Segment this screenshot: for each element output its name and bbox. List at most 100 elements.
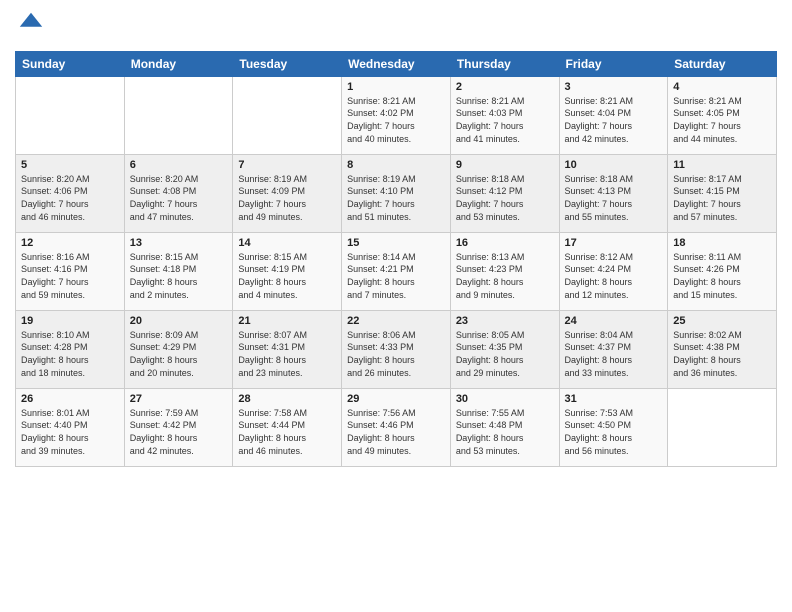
day-number: 29 xyxy=(347,393,445,405)
day-number: 13 xyxy=(130,237,228,249)
day-number: 28 xyxy=(238,393,336,405)
day-number: 19 xyxy=(21,315,119,327)
calendar-cell: 19 Sunrise: 8:10 AMSunset: 4:28 PMDayligh… xyxy=(16,310,125,388)
day-number: 22 xyxy=(347,315,445,327)
day-info: Sunrise: 8:19 AMSunset: 4:10 PMDaylight:… xyxy=(347,173,445,223)
calendar-header-monday: Monday xyxy=(124,51,233,76)
day-info: Sunrise: 8:21 AMSunset: 4:05 PMDaylight:… xyxy=(673,95,771,145)
calendar-cell: 1 Sunrise: 8:21 AMSunset: 4:02 PMDaylight… xyxy=(342,76,451,154)
day-info: Sunrise: 8:18 AMSunset: 4:13 PMDaylight:… xyxy=(565,173,663,223)
calendar-header-sunday: Sunday xyxy=(16,51,125,76)
calendar-cell: 21 Sunrise: 8:07 AMSunset: 4:31 PMDayligh… xyxy=(233,310,342,388)
calendar-cell: 25Sunrise: 8:02 AMSunset: 4:38 PMDayligh… xyxy=(668,310,777,388)
calendar-week-2: 5 Sunrise: 8:20 AMSunset: 4:06 PMDaylight… xyxy=(16,154,777,232)
calendar-cell: 24Sunrise: 8:04 AMSunset: 4:37 PMDayligh… xyxy=(559,310,668,388)
day-info: Sunrise: 8:13 AMSunset: 4:23 PMDaylight:… xyxy=(456,251,554,301)
calendar-header-row: SundayMondayTuesdayWednesdayThursdayFrid… xyxy=(16,51,777,76)
calendar-cell xyxy=(124,76,233,154)
calendar-header-saturday: Saturday xyxy=(668,51,777,76)
day-info: Sunrise: 8:12 AMSunset: 4:24 PMDaylight:… xyxy=(565,251,663,301)
day-info: Sunrise: 8:07 AMSunset: 4:31 PMDaylight:… xyxy=(238,329,336,379)
day-info: Sunrise: 8:15 AMSunset: 4:19 PMDaylight:… xyxy=(238,251,336,301)
logo xyxy=(15,10,45,43)
day-number: 8 xyxy=(347,159,445,171)
day-number: 5 xyxy=(21,159,119,171)
calendar-cell: 10 Sunrise: 8:18 AMSunset: 4:13 PMDayligh… xyxy=(559,154,668,232)
day-info: Sunrise: 8:21 AMSunset: 4:03 PMDaylight:… xyxy=(456,95,554,145)
day-number: 25 xyxy=(673,315,771,327)
calendar-cell: 23 Sunrise: 8:05 AMSunset: 4:35 PMDayligh… xyxy=(450,310,559,388)
day-number: 2 xyxy=(456,81,554,93)
calendar-cell: 22 Sunrise: 8:06 AMSunset: 4:33 PMDayligh… xyxy=(342,310,451,388)
calendar-cell: 31 Sunrise: 7:53 AMSunset: 4:50 PMDayligh… xyxy=(559,388,668,466)
calendar-header-thursday: Thursday xyxy=(450,51,559,76)
day-number: 23 xyxy=(456,315,554,327)
calendar-cell: 9 Sunrise: 8:18 AMSunset: 4:12 PMDaylight… xyxy=(450,154,559,232)
day-number: 4 xyxy=(673,81,771,93)
day-info: Sunrise: 7:56 AMSunset: 4:46 PMDaylight:… xyxy=(347,407,445,457)
day-info: Sunrise: 8:10 AMSunset: 4:28 PMDaylight:… xyxy=(21,329,119,379)
calendar-cell: 16Sunrise: 8:13 AMSunset: 4:23 PMDayligh… xyxy=(450,232,559,310)
day-info: Sunrise: 8:01 AMSunset: 4:40 PMDaylight:… xyxy=(21,407,119,457)
calendar-cell: 18Sunrise: 8:11 AMSunset: 4:26 PMDayligh… xyxy=(668,232,777,310)
day-info: Sunrise: 7:53 AMSunset: 4:50 PMDaylight:… xyxy=(565,407,663,457)
day-info: Sunrise: 8:18 AMSunset: 4:12 PMDaylight:… xyxy=(456,173,554,223)
calendar-cell: 8 Sunrise: 8:19 AMSunset: 4:10 PMDaylight… xyxy=(342,154,451,232)
calendar-cell: 11 Sunrise: 8:17 AMSunset: 4:15 PMDayligh… xyxy=(668,154,777,232)
day-info: Sunrise: 8:20 AMSunset: 4:08 PMDaylight:… xyxy=(130,173,228,223)
calendar-cell: 2 Sunrise: 8:21 AMSunset: 4:03 PMDaylight… xyxy=(450,76,559,154)
day-info: Sunrise: 8:17 AMSunset: 4:15 PMDaylight:… xyxy=(673,173,771,223)
logo-icon xyxy=(17,10,45,38)
day-number: 30 xyxy=(456,393,554,405)
day-number: 21 xyxy=(238,315,336,327)
day-number: 31 xyxy=(565,393,663,405)
calendar-week-3: 12 Sunrise: 8:16 AMSunset: 4:16 PMDayligh… xyxy=(16,232,777,310)
day-number: 27 xyxy=(130,393,228,405)
calendar-cell: 17Sunrise: 8:12 AMSunset: 4:24 PMDayligh… xyxy=(559,232,668,310)
day-number: 10 xyxy=(565,159,663,171)
main-container: SundayMondayTuesdayWednesdayThursdayFrid… xyxy=(0,0,792,472)
day-number: 14 xyxy=(238,237,336,249)
calendar-cell: 6 Sunrise: 8:20 AMSunset: 4:08 PMDaylight… xyxy=(124,154,233,232)
day-number: 11 xyxy=(673,159,771,171)
day-info: Sunrise: 8:15 AMSunset: 4:18 PMDaylight:… xyxy=(130,251,228,301)
day-info: Sunrise: 8:04 AMSunset: 4:37 PMDaylight:… xyxy=(565,329,663,379)
day-number: 15 xyxy=(347,237,445,249)
day-info: Sunrise: 8:05 AMSunset: 4:35 PMDaylight:… xyxy=(456,329,554,379)
calendar-cell xyxy=(233,76,342,154)
day-number: 12 xyxy=(21,237,119,249)
day-number: 6 xyxy=(130,159,228,171)
day-info: Sunrise: 7:59 AMSunset: 4:42 PMDaylight:… xyxy=(130,407,228,457)
calendar-header-friday: Friday xyxy=(559,51,668,76)
calendar-header-wednesday: Wednesday xyxy=(342,51,451,76)
day-info: Sunrise: 8:16 AMSunset: 4:16 PMDaylight:… xyxy=(21,251,119,301)
calendar-week-4: 19 Sunrise: 8:10 AMSunset: 4:28 PMDayligh… xyxy=(16,310,777,388)
calendar-cell: 7Sunrise: 8:19 AMSunset: 4:09 PMDaylight… xyxy=(233,154,342,232)
day-info: Sunrise: 8:21 AMSunset: 4:02 PMDaylight:… xyxy=(347,95,445,145)
day-info: Sunrise: 8:09 AMSunset: 4:29 PMDaylight:… xyxy=(130,329,228,379)
calendar-cell: 27 Sunrise: 7:59 AMSunset: 4:42 PMDayligh… xyxy=(124,388,233,466)
calendar-cell xyxy=(16,76,125,154)
day-info: Sunrise: 7:58 AMSunset: 4:44 PMDaylight:… xyxy=(238,407,336,457)
calendar-cell: 20Sunrise: 8:09 AMSunset: 4:29 PMDayligh… xyxy=(124,310,233,388)
day-number: 1 xyxy=(347,81,445,93)
calendar-cell: 12 Sunrise: 8:16 AMSunset: 4:16 PMDayligh… xyxy=(16,232,125,310)
day-info: Sunrise: 8:20 AMSunset: 4:06 PMDaylight:… xyxy=(21,173,119,223)
calendar-cell: 29 Sunrise: 7:56 AMSunset: 4:46 PMDayligh… xyxy=(342,388,451,466)
calendar-cell xyxy=(668,388,777,466)
day-number: 18 xyxy=(673,237,771,249)
day-info: Sunrise: 8:21 AMSunset: 4:04 PMDaylight:… xyxy=(565,95,663,145)
calendar-cell: 14 Sunrise: 8:15 AMSunset: 4:19 PMDayligh… xyxy=(233,232,342,310)
calendar-week-1: 1 Sunrise: 8:21 AMSunset: 4:02 PMDaylight… xyxy=(16,76,777,154)
day-info: Sunrise: 8:19 AMSunset: 4:09 PMDaylight:… xyxy=(238,173,336,223)
calendar-cell: 30 Sunrise: 7:55 AMSunset: 4:48 PMDayligh… xyxy=(450,388,559,466)
day-number: 26 xyxy=(21,393,119,405)
day-info: Sunrise: 7:55 AMSunset: 4:48 PMDaylight:… xyxy=(456,407,554,457)
day-info: Sunrise: 8:06 AMSunset: 4:33 PMDaylight:… xyxy=(347,329,445,379)
calendar-cell: 15Sunrise: 8:14 AMSunset: 4:21 PMDayligh… xyxy=(342,232,451,310)
calendar-cell: 28 Sunrise: 7:58 AMSunset: 4:44 PMDayligh… xyxy=(233,388,342,466)
day-number: 9 xyxy=(456,159,554,171)
calendar-cell: 3Sunrise: 8:21 AMSunset: 4:04 PMDaylight… xyxy=(559,76,668,154)
calendar-cell: 13 Sunrise: 8:15 AMSunset: 4:18 PMDayligh… xyxy=(124,232,233,310)
calendar-cell: 26 Sunrise: 8:01 AMSunset: 4:40 PMDayligh… xyxy=(16,388,125,466)
